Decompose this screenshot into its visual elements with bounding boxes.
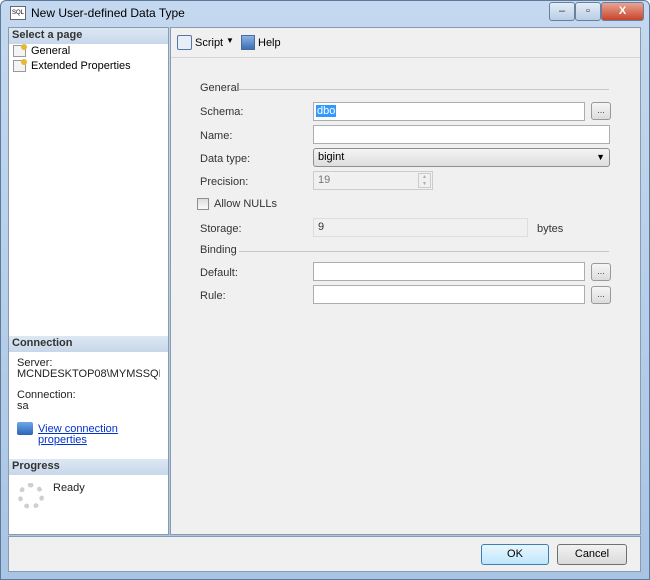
sidebar: Select a page General Extended Propertie…: [8, 27, 169, 535]
allow-nulls-label: Allow NULLs: [214, 198, 277, 210]
rule-browse-button[interactable]: ...: [591, 286, 611, 304]
sidebar-item-extended-properties[interactable]: Extended Properties: [9, 59, 168, 74]
storage-value: 9: [313, 218, 528, 237]
cancel-button[interactable]: Cancel: [557, 544, 627, 565]
page-icon: [13, 59, 27, 72]
help-label: Help: [258, 36, 281, 49]
window-title: New User-defined Data Type: [31, 6, 185, 20]
connection-value: sa: [17, 400, 29, 412]
app-icon: SQL: [10, 6, 26, 20]
binding-group-label: Binding: [200, 244, 237, 256]
button-bar: OK Cancel: [8, 536, 641, 572]
data-type-label: Data type:: [200, 153, 251, 165]
maximize-button[interactable]: ▫: [575, 2, 601, 21]
allow-nulls-checkbox[interactable]: [197, 198, 209, 210]
general-group-label: General: [200, 82, 240, 94]
ok-button[interactable]: OK: [481, 544, 549, 565]
sidebar-item-label: General: [31, 45, 71, 57]
rule-input[interactable]: [313, 285, 585, 304]
help-button[interactable]: Help: [241, 35, 281, 50]
data-type-select[interactable]: bigint ▼: [313, 148, 610, 167]
server-label: Server:: [17, 357, 53, 369]
connection-header: Connection: [9, 336, 168, 352]
progress-header: Progress: [9, 459, 168, 475]
sidebar-item-label: Extended Properties: [31, 60, 131, 72]
sidebar-item-general[interactable]: General: [9, 44, 168, 59]
connection-properties-icon: [17, 422, 33, 435]
rule-label: Rule:: [200, 290, 226, 302]
minimize-button[interactable]: –: [549, 2, 575, 21]
precision-stepper: 19 ▲ ▼: [313, 171, 433, 190]
script-button[interactable]: Script: [177, 35, 223, 50]
page-icon: [13, 44, 27, 57]
schema-value: dbo: [316, 105, 337, 117]
data-type-value: bigint: [318, 151, 345, 163]
name-input[interactable]: [313, 125, 610, 144]
progress-status: Ready: [53, 482, 85, 494]
general-divider: [239, 89, 609, 90]
script-icon: [177, 35, 192, 50]
chevron-down-icon: ▼: [596, 152, 605, 162]
schema-label: Schema:: [200, 106, 244, 118]
schema-input[interactable]: dbo: [313, 102, 585, 121]
spinner-arrows-icon: ▲ ▼: [418, 173, 431, 188]
toolbar: Script ▼ Help: [171, 28, 640, 58]
precision-label: Precision:: [200, 176, 249, 188]
schema-browse-button[interactable]: ...: [591, 102, 611, 120]
close-button[interactable]: X: [601, 2, 644, 21]
default-input[interactable]: [313, 262, 585, 281]
precision-value: 19: [318, 174, 331, 186]
storage-label: Storage:: [200, 223, 242, 235]
main-panel: Script ▼ Help General Schema: dbo ... Na…: [170, 27, 641, 535]
script-label: Script: [195, 36, 224, 49]
help-icon: [241, 35, 255, 50]
connection-label: Connection:: [17, 389, 76, 401]
script-dropdown-icon[interactable]: ▼: [226, 36, 234, 45]
server-value: MCNDESKTOP08\MYMSSQLSEI: [17, 369, 160, 380]
default-browse-button[interactable]: ...: [591, 263, 611, 281]
select-page-header: Select a page: [9, 28, 168, 44]
view-connection-properties-link[interactable]: View connection properties: [38, 423, 118, 446]
storage-unit: bytes: [537, 223, 564, 235]
name-label: Name:: [200, 130, 233, 142]
progress-spinner-icon: [18, 483, 44, 509]
binding-divider: [239, 251, 609, 252]
default-label: Default:: [200, 267, 238, 279]
